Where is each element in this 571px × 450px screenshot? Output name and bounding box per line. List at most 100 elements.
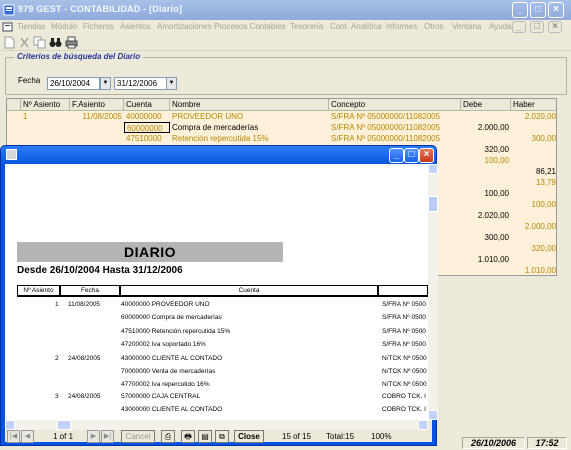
report-subtitle: Desde 26/10/2004 Hasta 31/12/2006 <box>17 265 183 276</box>
zoom-icon[interactable]: ⧉ <box>215 430 229 443</box>
menu-ventana[interactable]: Ventana <box>452 22 481 31</box>
menu-tiendas[interactable]: Tiendas <box>17 22 45 31</box>
preview-maximize-button[interactable]: □ <box>404 148 419 163</box>
cell <box>511 232 556 243</box>
cell: 13,79 <box>535 178 556 187</box>
cell: 2.000,00 <box>477 123 509 132</box>
preview-vertical-scrollbar[interactable] <box>428 164 438 420</box>
date-from-field[interactable]: 26/10/2004 <box>47 77 100 90</box>
scroll-down-icon[interactable] <box>428 410 438 420</box>
scroll-thumb[interactable] <box>428 196 438 212</box>
cell: 1 <box>23 112 28 121</box>
report-entry-concept: S/FRA Nº 0500 <box>382 314 426 321</box>
menu-cont-analitica[interactable]: Cont. Analítica <box>330 22 382 31</box>
cell <box>511 254 556 265</box>
export-icon[interactable]: ▤ <box>198 430 212 443</box>
menu-bar: Tiendas Módulo Ficheros Asientos Amortiz… <box>0 20 571 34</box>
cell: Retención repercutida 15% <box>172 134 269 143</box>
page-setup-icon[interactable]: ⎙ <box>161 430 175 443</box>
document-icon[interactable] <box>2 22 14 32</box>
cell: Compra de mercaderías <box>172 123 259 132</box>
mdi-minimize-button[interactable]: _ <box>512 21 526 33</box>
header-debe[interactable]: Debe <box>461 99 511 111</box>
prev-page-icon[interactable]: ◀ <box>21 430 34 443</box>
header-num-asiento[interactable]: Nº Asiento <box>21 99 70 111</box>
cut-icon[interactable] <box>18 36 31 49</box>
menu-otros[interactable]: Otros <box>424 22 444 31</box>
mdi-close-button[interactable]: × <box>548 21 562 33</box>
cell: 1.010,00 <box>524 266 556 275</box>
report-col-asiento: Nº Asiento <box>17 285 60 296</box>
preview-minimize-button[interactable]: _ <box>389 148 404 163</box>
report-entry-concept: S/FRA Nº 0500 <box>382 328 426 335</box>
cell: 2.000,00 <box>524 222 556 231</box>
cell: 40000000 <box>126 112 162 121</box>
header-cuenta[interactable]: Cuenta <box>124 99 170 111</box>
scroll-h-thumb[interactable] <box>57 420 71 430</box>
cell <box>461 199 511 210</box>
mdi-restore-button[interactable]: □ <box>530 21 544 33</box>
menu-asientos[interactable]: Asientos <box>120 22 151 31</box>
report-col-fecha: Fecha <box>60 285 120 296</box>
row-indicator-header <box>7 99 21 111</box>
report-entry-concept: COBRO TCK. I <box>382 406 426 413</box>
last-page-icon[interactable]: ▶| <box>101 430 114 443</box>
report-entry-concept: N/TCK Nº 0500 <box>382 355 427 362</box>
cell: 300,00 <box>531 134 556 143</box>
header-nombre[interactable]: Nombre <box>170 99 329 111</box>
cancel-button[interactable]: Cancel <box>121 430 155 443</box>
records-indicator: 15 of 15 <box>282 432 311 441</box>
next-page-icon[interactable]: ▶ <box>87 430 100 443</box>
cell: 60000000 <box>124 122 170 133</box>
menu-informes[interactable]: Informes <box>386 22 417 31</box>
close-button[interactable]: × <box>548 2 564 18</box>
print-icon[interactable] <box>65 36 78 49</box>
cell: 86,21 <box>535 167 556 176</box>
report-entry-account: 47200002 Iva soportado 16% <box>121 341 206 348</box>
close-preview-button[interactable]: Close <box>234 430 264 443</box>
header-concepto[interactable]: Concepto <box>329 99 461 111</box>
menu-modulo[interactable]: Módulo <box>51 22 77 31</box>
date-to-dropdown-icon[interactable]: ▼ <box>166 77 177 90</box>
preview-horizontal-scrollbar[interactable] <box>5 420 428 430</box>
header-f-asiento[interactable]: F.Asiento <box>70 99 124 111</box>
copy-icon[interactable] <box>33 36 46 49</box>
minimize-button[interactable]: _ <box>512 2 528 18</box>
menu-ficheros[interactable]: Ficheros <box>83 22 114 31</box>
status-time: 17:52 <box>527 437 567 449</box>
cell <box>461 177 511 188</box>
maximize-button[interactable]: □ <box>530 2 546 18</box>
print-icon[interactable]: 🖶 <box>181 430 195 443</box>
first-page-icon[interactable]: |◀ <box>7 430 20 443</box>
report-page: DIARIO Desde 26/10/2004 Hasta 31/12/2006… <box>5 164 428 420</box>
date-to-field[interactable]: 31/12/2006 <box>114 77 167 90</box>
cell: 11/08/2005 <box>82 112 122 121</box>
preview-close-button[interactable]: × <box>419 148 434 163</box>
binoculars-icon[interactable] <box>49 36 62 49</box>
cell: 320,00 <box>531 244 556 253</box>
date-from-dropdown-icon[interactable]: ▼ <box>100 77 111 90</box>
cell: S/FRA Nº 05000000/11082005 <box>331 134 441 143</box>
report-col-concepto <box>378 285 428 296</box>
new-icon[interactable] <box>3 36 16 49</box>
cell: 300,00 <box>484 233 509 242</box>
menu-ayuda[interactable]: Ayuda <box>489 22 512 31</box>
table-row[interactable]: 47510000 Retención repercutida 15% S/FRA… <box>7 133 556 144</box>
cell <box>511 210 556 221</box>
menu-amortizaciones[interactable]: Amortizaciones <box>157 22 212 31</box>
scroll-up-icon[interactable] <box>428 164 438 174</box>
fecha-label: Fecha <box>18 76 41 85</box>
scroll-left-icon[interactable] <box>5 420 15 430</box>
app-icon <box>3 4 15 16</box>
table-row[interactable]: 60000000 Compra de mercaderías S/FRA Nº … <box>7 122 556 133</box>
search-criteria-group: Criterios de búsqueda del Diario Fecha 2… <box>5 52 567 95</box>
header-haber[interactable]: Haber <box>511 99 556 111</box>
scroll-right-icon[interactable] <box>418 420 428 430</box>
window-title: 979 GEST - CONTABILIDAD - [Diario] <box>18 4 183 14</box>
report-entry-num: 3 <box>55 393 59 400</box>
cell: 47510000 <box>126 134 162 143</box>
cell <box>511 144 556 155</box>
menu-tesoreria[interactable]: Tesorería <box>290 22 323 31</box>
table-row[interactable]: 1 11/08/2005 40000000 PROVEEDOR UNO S/FR… <box>7 111 556 122</box>
menu-procesos-contables[interactable]: Procesos Contables <box>214 22 286 31</box>
